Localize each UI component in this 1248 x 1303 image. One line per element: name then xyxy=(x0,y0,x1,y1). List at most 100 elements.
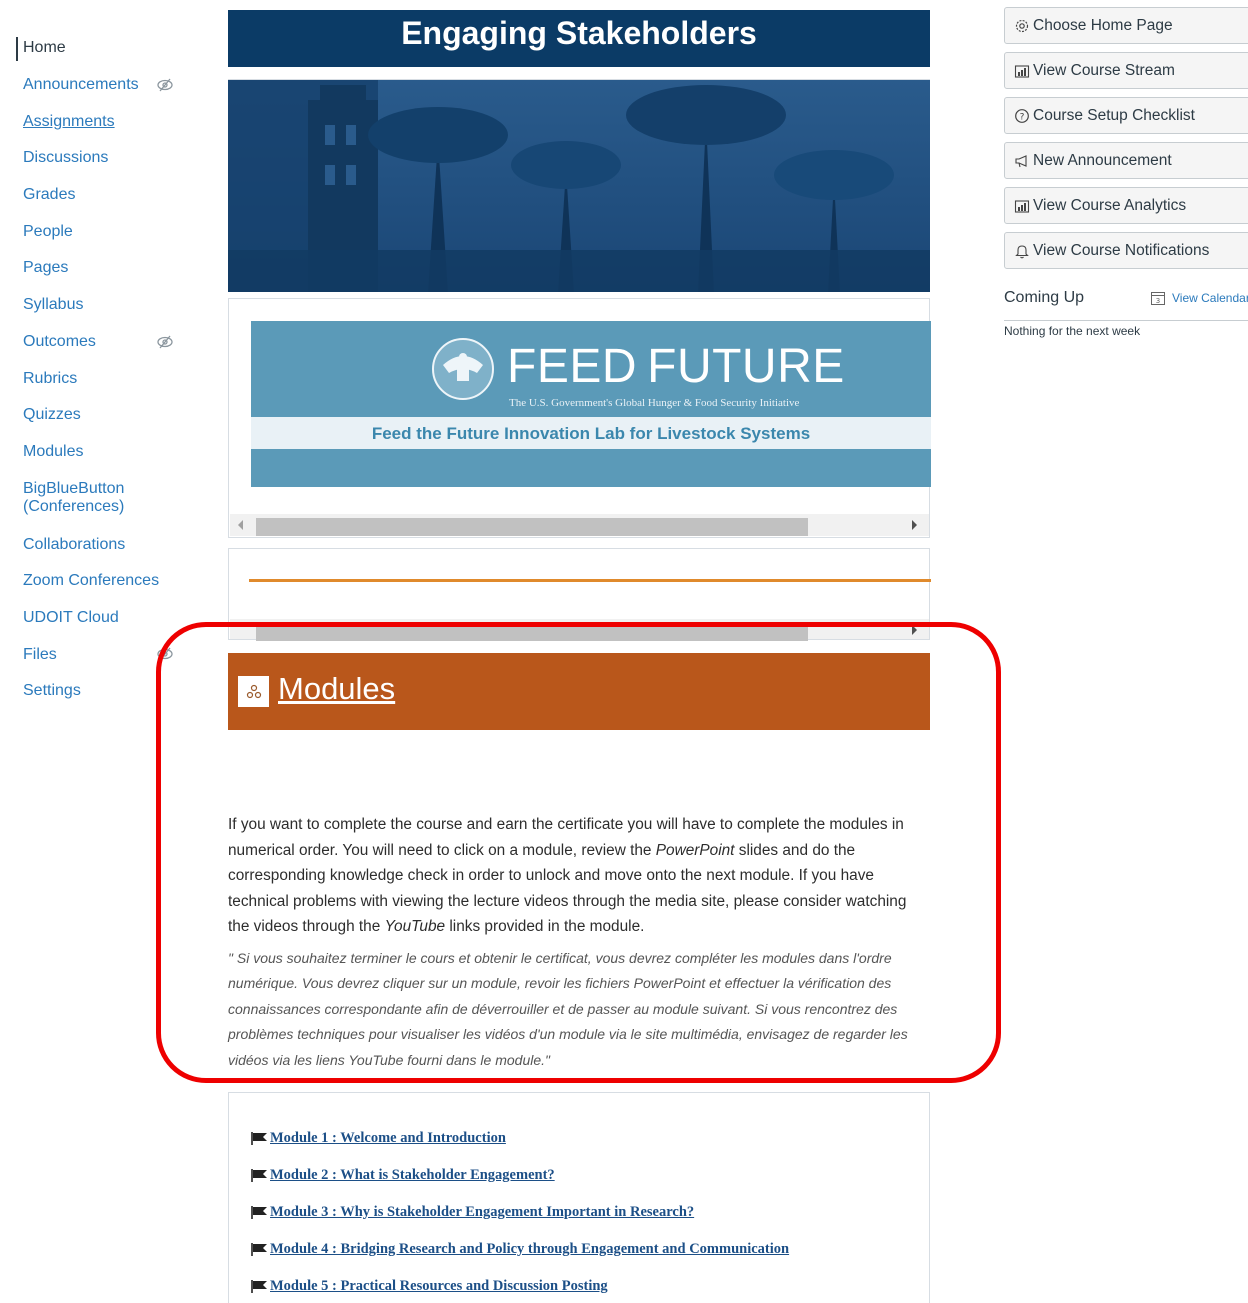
module-link-4[interactable]: Module 4 : Bridging Research and Policy … xyxy=(251,1241,789,1258)
flag-icon xyxy=(251,1169,267,1182)
module-links-list: Module 1 : Welcome and Introduction Modu… xyxy=(228,1092,930,1303)
course-setup-checklist-button[interactable]: ? Course Setup Checklist xyxy=(1004,97,1248,134)
horizontal-scrollbar[interactable] xyxy=(230,619,929,641)
view-course-notifications-button[interactable]: View Course Notifications xyxy=(1004,232,1248,269)
svg-text:?: ? xyxy=(1020,112,1025,122)
module-link-label: Module 3 : Why is Stakeholder Engagement… xyxy=(270,1204,695,1220)
course-navigation: Home Announcements Assignments Discussio… xyxy=(0,30,200,710)
nav-item-label: Quizzes xyxy=(23,406,81,424)
scroll-left-arrow-icon[interactable] xyxy=(238,520,243,530)
nav-item-label: People xyxy=(23,222,73,240)
flag-icon xyxy=(251,1206,267,1219)
new-announcement-button[interactable]: New Announcement xyxy=(1004,142,1248,179)
scrollbar-thumb[interactable] xyxy=(256,623,808,641)
nav-item-label: Settings xyxy=(23,682,81,700)
coming-up-empty-message: Nothing for the next week xyxy=(1004,324,1141,338)
nav-item-label: Grades xyxy=(23,186,76,204)
nav-item-label: Zoom Conferences xyxy=(23,572,160,590)
nav-item-rubrics[interactable]: Rubrics xyxy=(0,360,200,397)
button-label: Course Setup Checklist xyxy=(1033,106,1195,124)
gear-icon xyxy=(1013,17,1031,35)
nav-item-label: Pages xyxy=(23,259,69,277)
nav-item-label: UDOIT Cloud xyxy=(23,608,119,626)
nav-item-grades[interactable]: Grades xyxy=(0,177,200,214)
logo-top-band: FEED FUTURE The U.S. Government's Global… xyxy=(251,321,931,417)
module-link-5[interactable]: Module 5 : Practical Resources and Discu… xyxy=(251,1278,608,1295)
nav-item-collaborations[interactable]: Collaborations xyxy=(0,526,200,563)
nav-item-assignments[interactable]: Assignments xyxy=(0,103,200,140)
view-calendar-link[interactable]: 3 View Calendar xyxy=(1150,290,1248,306)
module-link-label: Module 1 : Welcome and Introduction xyxy=(270,1130,506,1146)
eye-slash-icon xyxy=(157,335,173,348)
logo-bottom-band xyxy=(251,449,931,487)
svg-text:3: 3 xyxy=(1156,297,1160,305)
module-link-label: Module 2 : What is Stakeholder Engagemen… xyxy=(270,1167,555,1183)
nav-item-modules[interactable]: Modules xyxy=(0,434,200,471)
scroll-right-arrow-icon[interactable] xyxy=(912,625,917,635)
button-label: New Announcement xyxy=(1033,151,1172,169)
nav-item-files[interactable]: Files xyxy=(0,636,200,673)
question-circle-icon: ? xyxy=(1013,107,1031,125)
page-title-banner: Engaging Stakeholders xyxy=(228,10,930,67)
button-label: View Course Notifications xyxy=(1033,241,1210,259)
nav-item-announcements[interactable]: Announcements xyxy=(0,67,200,104)
flag-icon xyxy=(251,1243,267,1256)
modules-instructions-fr: " Si vous souhaitez terminer le cours et… xyxy=(228,950,908,1068)
module-link-label: Module 4 : Bridging Research and Policy … xyxy=(270,1241,790,1257)
feed-the-future-logo-box: FEED FUTURE The U.S. Government's Global… xyxy=(228,298,931,538)
nav-item-label: Discussions xyxy=(23,149,109,167)
module-link-3[interactable]: Module 3 : Why is Stakeholder Engagement… xyxy=(251,1204,694,1221)
feed-the-future-logo: FEED FUTURE The U.S. Government's Global… xyxy=(251,321,931,487)
modules-heading-bar: Modules xyxy=(228,653,930,730)
nav-item-quizzes[interactable]: Quizzes xyxy=(0,397,200,434)
button-label: Choose Home Page xyxy=(1033,16,1173,34)
module-link-label: Module 5 : Practical Resources and Discu… xyxy=(270,1278,608,1294)
orange-divider xyxy=(249,579,931,582)
nav-item-outcomes[interactable]: Outcomes xyxy=(0,324,200,361)
nav-item-home[interactable]: Home xyxy=(0,30,200,67)
intro-en-powerpoint: PowerPoint xyxy=(655,841,735,859)
feed-the-future-tagline: The U.S. Government's Global Hunger & Fo… xyxy=(509,397,800,409)
stream-icon xyxy=(1013,62,1031,80)
nav-item-udoit-cloud[interactable]: UDOIT Cloud xyxy=(0,600,200,637)
coming-up-heading: Coming Up xyxy=(1004,289,1085,306)
nav-item-settings[interactable]: Settings xyxy=(0,673,200,710)
scrollbar-thumb[interactable] xyxy=(256,518,808,536)
horizontal-scrollbar[interactable] xyxy=(230,514,929,536)
scroll-right-arrow-icon[interactable] xyxy=(912,520,917,530)
module-link-2[interactable]: Module 2 : What is Stakeholder Engagemen… xyxy=(251,1167,555,1184)
nav-item-label: Outcomes xyxy=(23,332,96,350)
nav-item-syllabus[interactable]: Syllabus xyxy=(0,287,200,324)
intro-en-youtube: YouTube xyxy=(384,918,446,935)
nav-item-bigbluebutton[interactable]: BigBlueButton (Conferences) xyxy=(0,470,200,526)
nav-item-label: Home xyxy=(23,39,66,57)
campus-tower-illustration xyxy=(228,80,930,292)
modules-instructions-en: If you want to complete the course and e… xyxy=(228,812,930,940)
modules-icon xyxy=(238,676,269,707)
module-link-1[interactable]: Module 1 : Welcome and Introduction xyxy=(251,1130,506,1147)
choose-home-page-button[interactable]: Choose Home Page xyxy=(1004,7,1248,44)
nav-item-people[interactable]: People xyxy=(0,213,200,250)
modules-heading-link[interactable]: Modules xyxy=(278,671,395,707)
sidebar-divider xyxy=(1004,320,1248,321)
megaphone-icon xyxy=(1013,152,1031,170)
campus-hero-image xyxy=(228,79,930,292)
nav-item-label: Rubrics xyxy=(23,369,78,387)
view-course-stream-button[interactable]: View Course Stream xyxy=(1004,52,1248,89)
nav-item-label: Modules xyxy=(23,442,84,460)
intro-en-part-3: links provided in the module. xyxy=(445,918,645,935)
nav-item-label-line1: BigBlueButton xyxy=(23,480,125,498)
nav-item-pages[interactable]: Pages xyxy=(0,250,200,287)
flag-icon xyxy=(251,1280,267,1293)
view-course-analytics-button[interactable]: View Course Analytics xyxy=(1004,187,1248,224)
divider-box xyxy=(228,548,931,641)
eye-slash-icon xyxy=(157,647,173,661)
us-seal-icon xyxy=(432,338,494,400)
nav-item-discussions[interactable]: Discussions xyxy=(0,140,200,177)
nav-item-zoom-conferences[interactable]: Zoom Conferences xyxy=(0,563,200,600)
flag-icon xyxy=(251,1132,267,1145)
calendar-icon: 3 xyxy=(1151,292,1165,305)
nav-item-label: Announcements xyxy=(23,76,139,94)
analytics-icon xyxy=(1013,197,1031,215)
bell-icon xyxy=(1013,242,1031,260)
